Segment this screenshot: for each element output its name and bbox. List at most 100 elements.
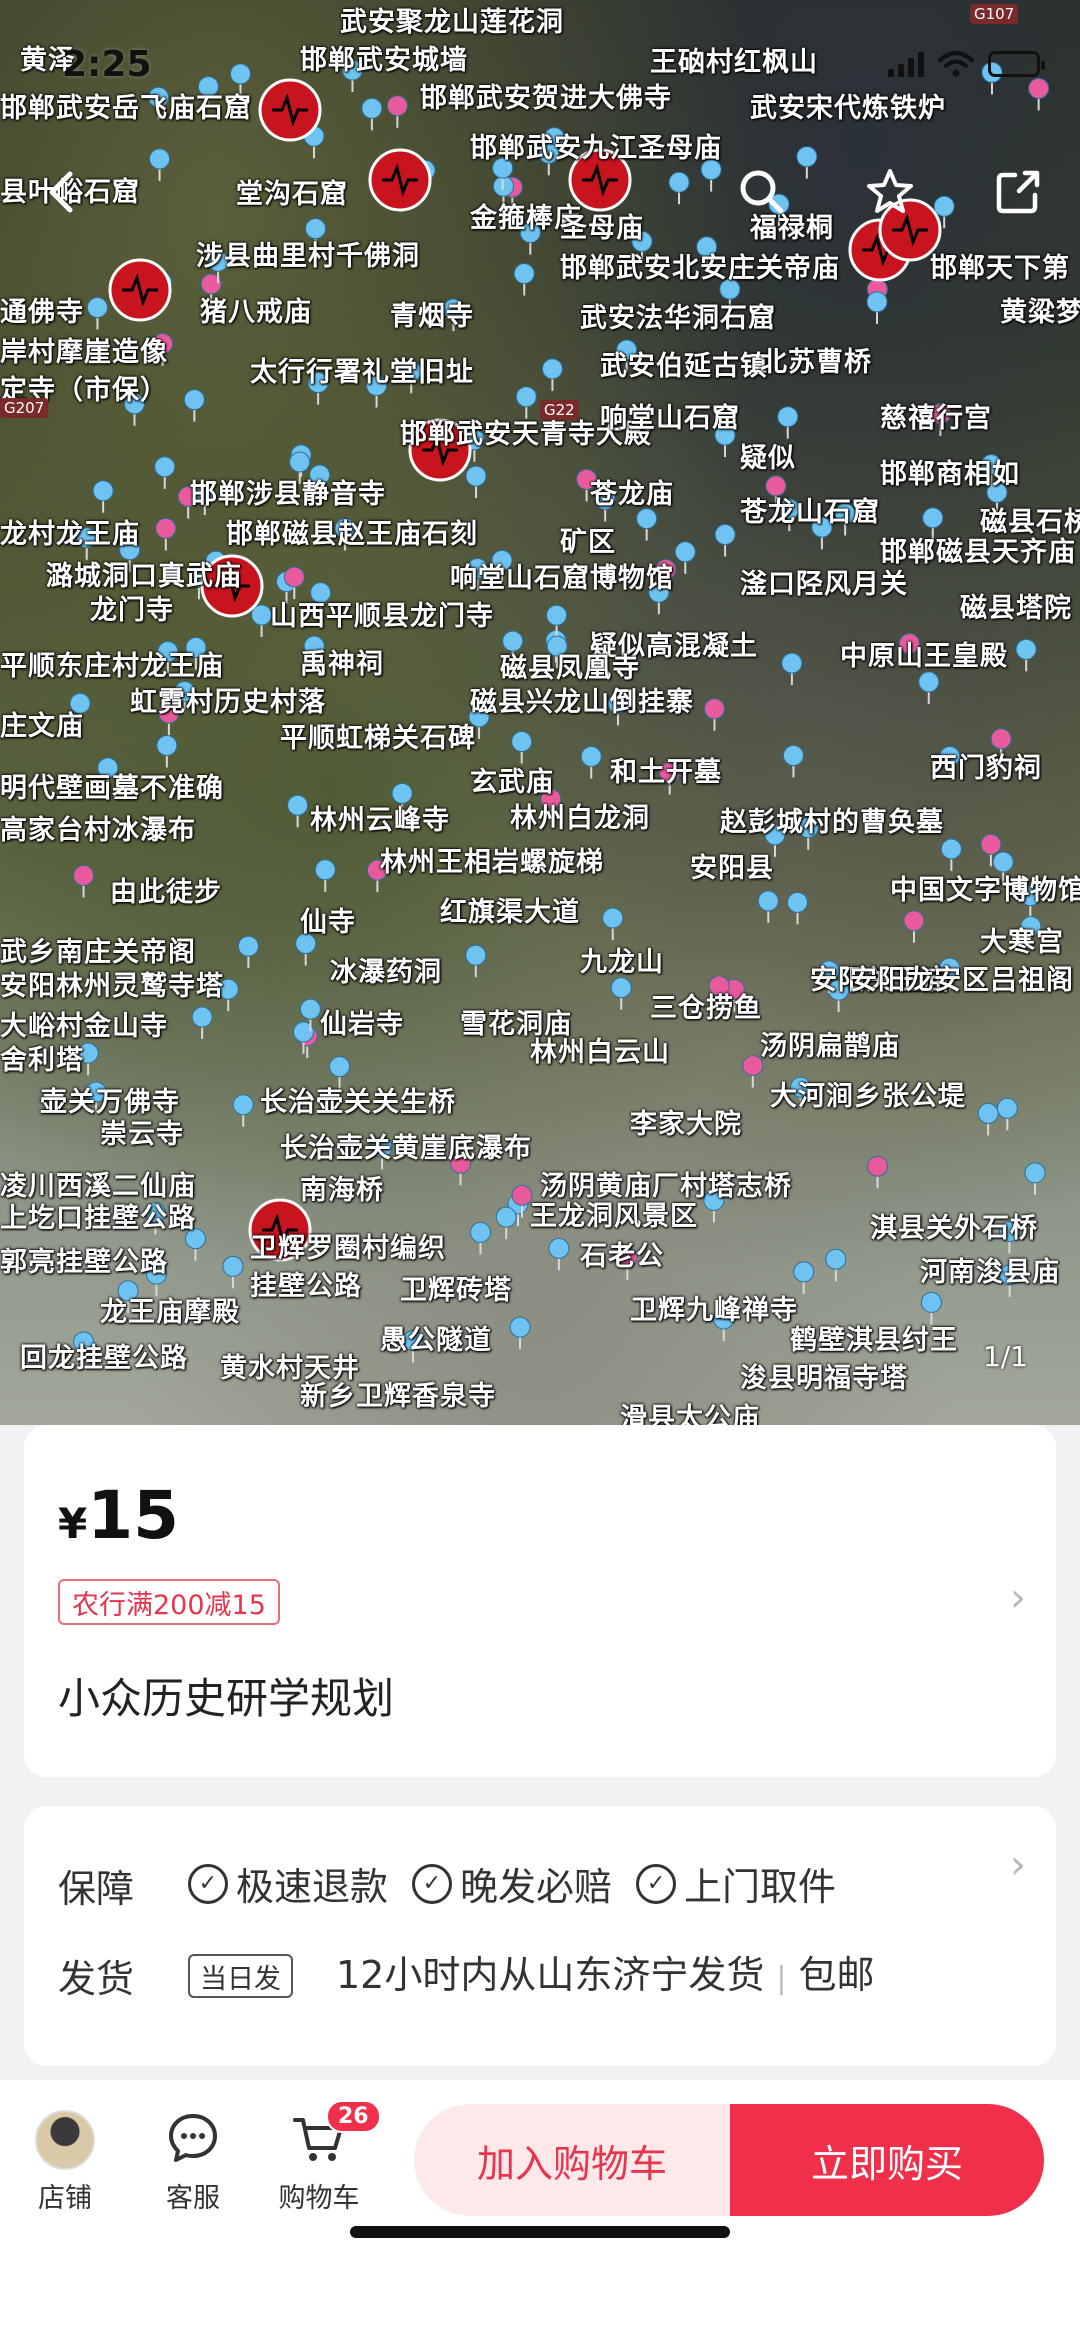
currency-symbol: ¥ — [58, 1499, 88, 1548]
cart-button[interactable]: 26 购物车 — [264, 2100, 381, 2215]
map-label: 三仓捞鱼 — [650, 993, 762, 1024]
promo-tag[interactable]: 农行满200减15 — [58, 1579, 280, 1625]
map-label: 安阳龙安区吕祖阁 — [850, 965, 1074, 996]
favorite-button[interactable] — [858, 160, 922, 224]
map-label: 李家大院 — [630, 1109, 742, 1140]
map-label: 新乡卫辉香泉寺 — [300, 1381, 496, 1412]
price: ¥15 — [58, 1477, 179, 1554]
wifi-icon — [938, 51, 974, 77]
map-label: 圣母庙 — [560, 213, 644, 244]
map-pin-icon — [509, 1316, 531, 1350]
map-label: 平顺虹梯关石碑 — [280, 723, 476, 754]
map-label: 九龙山 — [580, 947, 664, 978]
map-pin-icon — [314, 859, 336, 892]
map-label: 平顺东庄村龙王庙 — [0, 651, 224, 682]
map-label: 安阳林州灵鹫寺塔 — [0, 971, 224, 1002]
map-pin-icon — [361, 97, 383, 131]
map-label: 林州王相岩螺旋梯 — [380, 847, 604, 878]
guarantee-item: ✓ 上门取件 — [636, 1856, 836, 1911]
map-label: 红旗渠大道 — [440, 897, 580, 928]
map-label: 舍利塔 — [0, 1045, 84, 1076]
map-label: 邯郸商相如 — [880, 459, 1020, 490]
map-pin-icon — [232, 1094, 254, 1127]
free-shipping: 包邮 — [798, 1953, 875, 1997]
share-button[interactable] — [986, 160, 1050, 224]
map-pin-icon — [918, 671, 940, 704]
map-pin-icon — [541, 358, 563, 391]
add-to-cart-button[interactable]: 加入购物车 — [414, 2104, 730, 2216]
buy-now-button[interactable]: 立即购买 — [730, 2104, 1044, 2216]
map-pin-icon — [386, 95, 408, 128]
chevron-right-icon[interactable]: › — [1010, 1842, 1026, 1888]
map-pin-icon — [610, 977, 632, 1010]
map-label: 卫辉砖塔 — [400, 1275, 512, 1306]
map-label: 武安聚龙山莲花洞 — [340, 7, 564, 38]
map-pin-icon — [73, 864, 95, 898]
map-pin-icon — [636, 508, 658, 541]
search-button[interactable] — [730, 160, 794, 224]
map-label: 邯郸磁县赵王庙石刻 — [226, 519, 478, 550]
map-label: 苍龙山石窟 — [740, 497, 880, 528]
map-pin-icon — [714, 524, 736, 557]
map-label: 河南浚县庙 — [920, 1257, 1060, 1288]
map-pin-icon — [602, 907, 624, 941]
map-pin-icon — [996, 1097, 1018, 1131]
map-label: 石老公 — [580, 1241, 664, 1272]
map-label: 和土开墓 — [610, 757, 722, 788]
chat-bubble-icon — [169, 2114, 217, 2162]
map-label: 庄文庙 — [0, 711, 84, 742]
back-button[interactable] — [30, 160, 94, 224]
map-pin-icon — [940, 838, 962, 871]
map-label: 响堂山石窟博物馆 — [450, 563, 674, 594]
map-pin-icon — [154, 456, 176, 489]
map-label: 邯郸武安岳飞庙石窟 — [0, 93, 252, 124]
map-label: 冰瀑药洞 — [330, 957, 442, 988]
map-pin-icon — [777, 406, 799, 439]
map-pin-icon — [548, 1237, 570, 1271]
map-pin-icon — [511, 731, 533, 764]
map-label: 武安宋代炼铁炉 — [750, 93, 946, 124]
map-pin-icon — [580, 746, 602, 779]
map-label: 邯郸武安城墙 — [300, 45, 468, 76]
chevron-right-icon[interactable]: › — [1010, 1575, 1026, 1621]
map-label: 北苏曹桥 — [760, 347, 872, 378]
map-label: 明代壁画墓不准确 — [0, 773, 224, 804]
map-marker-icon — [108, 258, 172, 322]
store-button[interactable]: 店铺 — [10, 2110, 120, 2215]
same-day-badge: 当日发 — [188, 1954, 293, 1998]
map-label: 西门豹祠 — [930, 753, 1042, 784]
shipping-info: 12小时内从山东济宁发货 | 包邮 — [336, 1953, 875, 1997]
status-icons — [888, 50, 1045, 78]
map-label: 中原山王皇殿 — [840, 641, 1008, 672]
map-label: 浚县明福寺塔 — [740, 1363, 908, 1394]
map-pin-icon — [155, 517, 177, 551]
product-title: 小众历史研学规划 — [58, 1674, 395, 1723]
map-label: 龙村龙王庙 — [0, 519, 140, 550]
map-label: 黄粱梦 — [1000, 297, 1080, 328]
chevron-left-icon — [49, 171, 73, 213]
map-label: 邯郸天下第 — [930, 253, 1070, 284]
map-label: 邯郸涉县静音寺 — [190, 479, 386, 510]
map-pin-icon — [757, 890, 779, 923]
status-time: 2:25 — [62, 44, 152, 85]
map-pin-icon — [1028, 77, 1050, 111]
map-label: 高家台村冰瀑布 — [0, 815, 196, 846]
map-label: 邯郸武安北安庄关帝庙 — [560, 253, 840, 284]
map-label: 虹霓村历史村落 — [130, 687, 326, 718]
map-label: 岸村摩崖造像 — [0, 337, 168, 368]
map-pin-icon — [156, 735, 178, 768]
map-label: 堂沟石窟 — [236, 179, 348, 210]
map-label: 郭亮挂壁公路 — [0, 1247, 168, 1278]
map-label: 林州云峰寺 — [310, 805, 450, 836]
map-label: 崇云寺 — [100, 1119, 184, 1150]
map-pin-icon — [465, 944, 487, 978]
battery-icon — [988, 51, 1045, 77]
road-tag: G107 — [970, 4, 1019, 24]
map-marker-icon — [258, 78, 322, 142]
customer-service-button[interactable]: 客服 — [138, 2110, 248, 2215]
map-label: 涉县曲里村千佛洞 — [196, 241, 420, 272]
map-label: 回龙挂壁公路 — [20, 1343, 188, 1374]
service-card[interactable]: 保障 ✓ 极速退款 ✓ 晚发必赔 ✓ 上门取件 › 发货 当日发 12小时内从山… — [24, 1806, 1056, 2066]
check-circle-icon: ✓ — [188, 1863, 228, 1904]
map-pin-icon — [149, 148, 171, 181]
